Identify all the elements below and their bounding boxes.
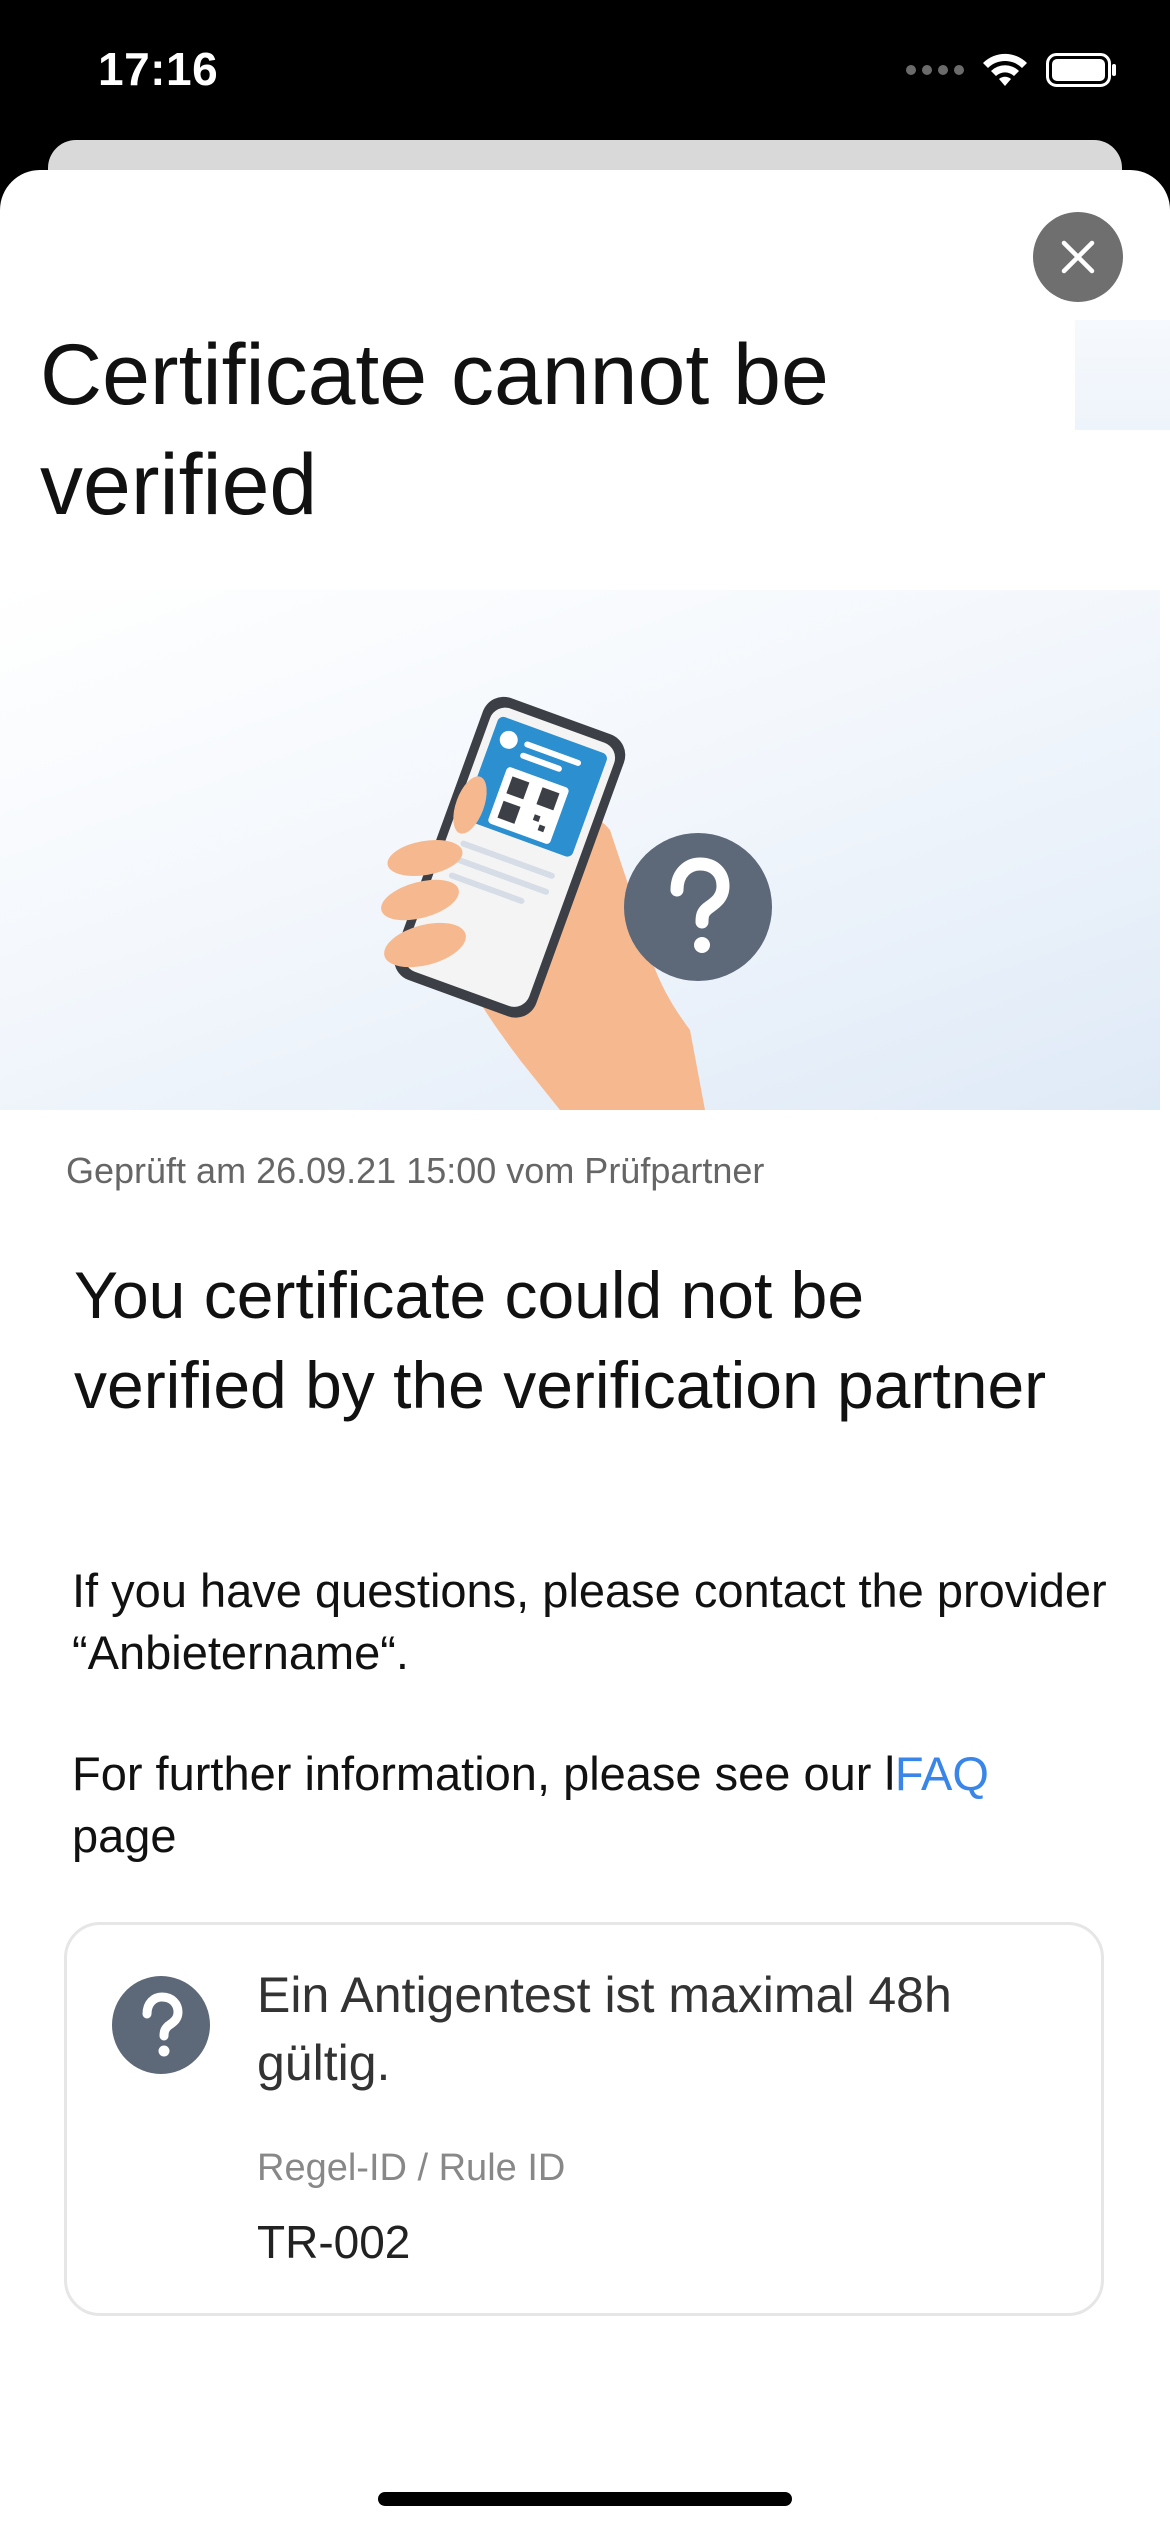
battery-icon xyxy=(1046,53,1116,87)
phone-qr-question-illustration xyxy=(381,696,705,1110)
hero-fade xyxy=(1075,320,1170,430)
rule-card: Ein Antigentest ist maximal 48h gültig. … xyxy=(64,1922,1104,2316)
page-title: Certificate cannot be verified xyxy=(40,327,829,533)
screen: 17:16 Certificate cannot be verified Gep… xyxy=(0,0,1170,2532)
status-time: 17:16 xyxy=(98,43,219,95)
result-subtitle: You certificate could not be verified by… xyxy=(74,1258,1047,1422)
faq-info-prefix: For further information, please see our … xyxy=(72,1747,895,1800)
question-icon xyxy=(112,1976,210,2074)
question-bubble-icon xyxy=(624,833,772,981)
rule-description: Ein Antigentest ist maximal 48h gültig. xyxy=(257,1967,952,2091)
hero-illustration xyxy=(0,590,1160,1110)
rule-id-value: TR-002 xyxy=(257,2216,411,2268)
wifi-icon xyxy=(983,53,1027,86)
faq-info-suffix: page xyxy=(72,1809,177,1862)
contact-text: If you have questions, please contact th… xyxy=(72,1564,1107,1679)
status-icons xyxy=(906,52,1118,88)
home-indicator[interactable] xyxy=(378,2492,792,2506)
faq-info-text: For further information, please see our … xyxy=(72,1743,1112,1867)
cellular-signal-icon xyxy=(906,65,964,75)
faq-link[interactable]: FAQ xyxy=(895,1747,989,1800)
status-bar: 17:16 xyxy=(0,0,1170,140)
verification-result-sheet: Certificate cannot be verified Geprüft a… xyxy=(0,170,1170,2532)
close-button[interactable] xyxy=(1033,212,1123,302)
check-info: Geprüft am 26.09.21 15:00 vom Prüfpartne… xyxy=(66,1150,765,1191)
close-icon xyxy=(1061,240,1095,274)
rule-id-label: Regel-ID / Rule ID xyxy=(257,2147,566,2189)
